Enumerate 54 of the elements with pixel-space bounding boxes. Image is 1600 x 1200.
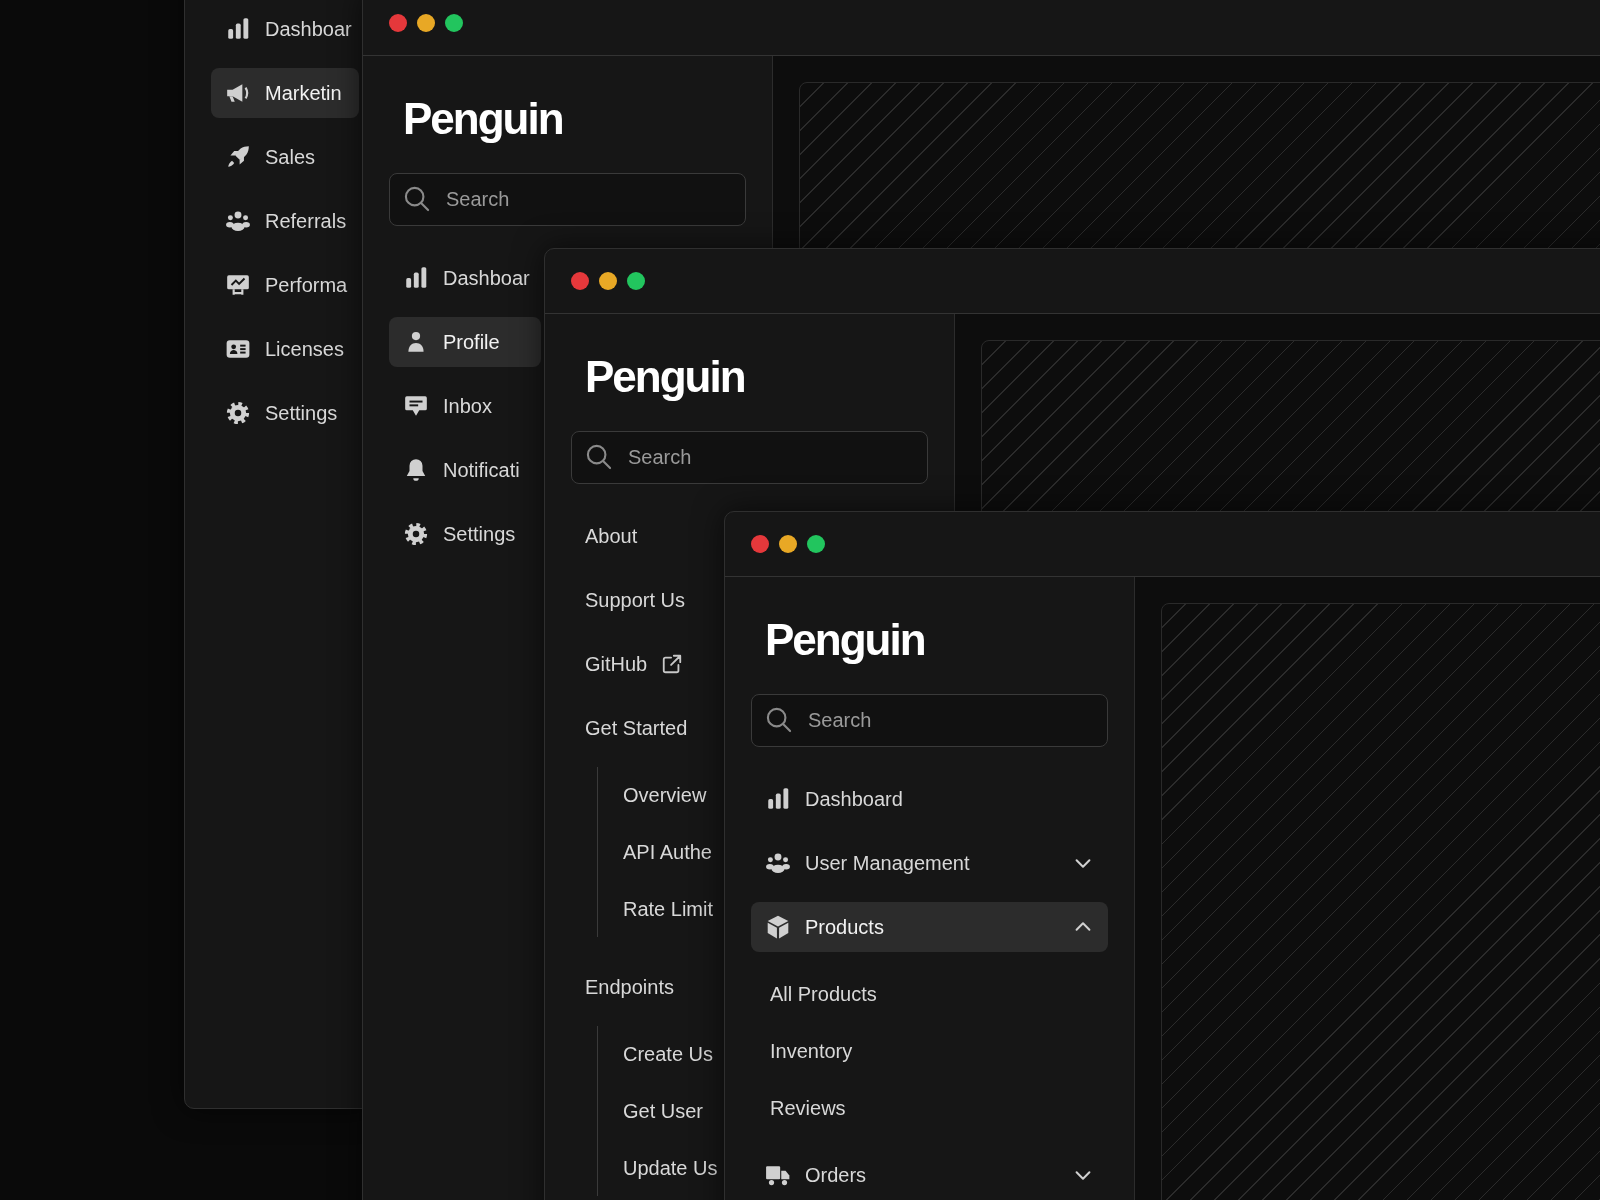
nav-item[interactable]: Inbox	[389, 381, 541, 431]
maximize-button[interactable]	[627, 272, 645, 290]
sub-nav-item[interactable]: Overview	[598, 770, 721, 820]
sub-nav-item[interactable]: Get User	[598, 1086, 721, 1136]
bar-chart-icon	[225, 16, 251, 42]
sub-nav-item[interactable]: API Authe	[598, 827, 721, 877]
minimize-button[interactable]	[599, 272, 617, 290]
nav-item[interactable]: Dashboar	[389, 253, 541, 303]
nav-item[interactable]: Marketin	[211, 68, 359, 118]
nav-item[interactable]: Performa	[211, 260, 359, 310]
search-field[interactable]: Search	[751, 694, 1108, 747]
close-button[interactable]	[571, 272, 589, 290]
nav-item[interactable]: Settings	[211, 388, 359, 438]
bar-chart-icon	[403, 265, 429, 291]
nav-item[interactable]: Referrals	[211, 196, 359, 246]
cube-icon	[765, 914, 791, 940]
sub-nav-item[interactable]: Inventory	[751, 1026, 1108, 1076]
minimize-button[interactable]	[779, 535, 797, 553]
sub-nav-item[interactable]: Update Us	[598, 1143, 721, 1193]
nav-item[interactable]: Settings	[389, 509, 541, 559]
nav-item[interactable]: About	[571, 511, 721, 561]
nav-item[interactable]: User Management	[751, 838, 1108, 888]
presentation-board-icon	[225, 272, 251, 298]
maximize-button[interactable]	[445, 14, 463, 32]
search-field[interactable]: Search	[571, 431, 928, 484]
nav-item[interactable]: Endpoints	[571, 962, 721, 1012]
nav-item[interactable]: Support Us	[571, 575, 721, 625]
sub-nav-item[interactable]: Reviews	[751, 1083, 1108, 1133]
rocket-icon	[225, 144, 251, 170]
nav-item[interactable]: Dashboar	[211, 4, 359, 54]
close-button[interactable]	[751, 535, 769, 553]
nav-item[interactable]: Licenses	[211, 324, 359, 374]
nav-item[interactable]: Get Started	[571, 703, 721, 753]
nav-item[interactable]: Dashboard	[751, 774, 1108, 824]
gear-icon	[225, 400, 251, 426]
nav-item[interactable]: Profile	[389, 317, 541, 367]
gear-icon	[403, 521, 429, 547]
external-link-icon	[661, 653, 684, 675]
search-field[interactable]: Search	[389, 173, 746, 226]
close-button[interactable]	[389, 14, 407, 32]
nav-item[interactable]: Orders	[751, 1150, 1108, 1200]
logo: Penguin	[584, 352, 745, 402]
logo: Penguin	[764, 615, 925, 665]
nav-item[interactable]: Notificati	[389, 445, 541, 495]
sub-nav-item[interactable]: All Products	[751, 969, 1108, 1019]
nav-item[interactable]: Products	[751, 902, 1108, 952]
logo: Penguin	[402, 94, 563, 144]
nav-item[interactable]: GitHub	[571, 639, 721, 689]
sub-nav-item[interactable]: Rate Limit	[598, 884, 721, 934]
maximize-button[interactable]	[807, 535, 825, 553]
bar-chart-icon	[765, 786, 791, 812]
sub-nav-item[interactable]: Create Us	[598, 1029, 721, 1079]
nav-item[interactable]: Sales	[211, 132, 359, 182]
minimize-button[interactable]	[417, 14, 435, 32]
